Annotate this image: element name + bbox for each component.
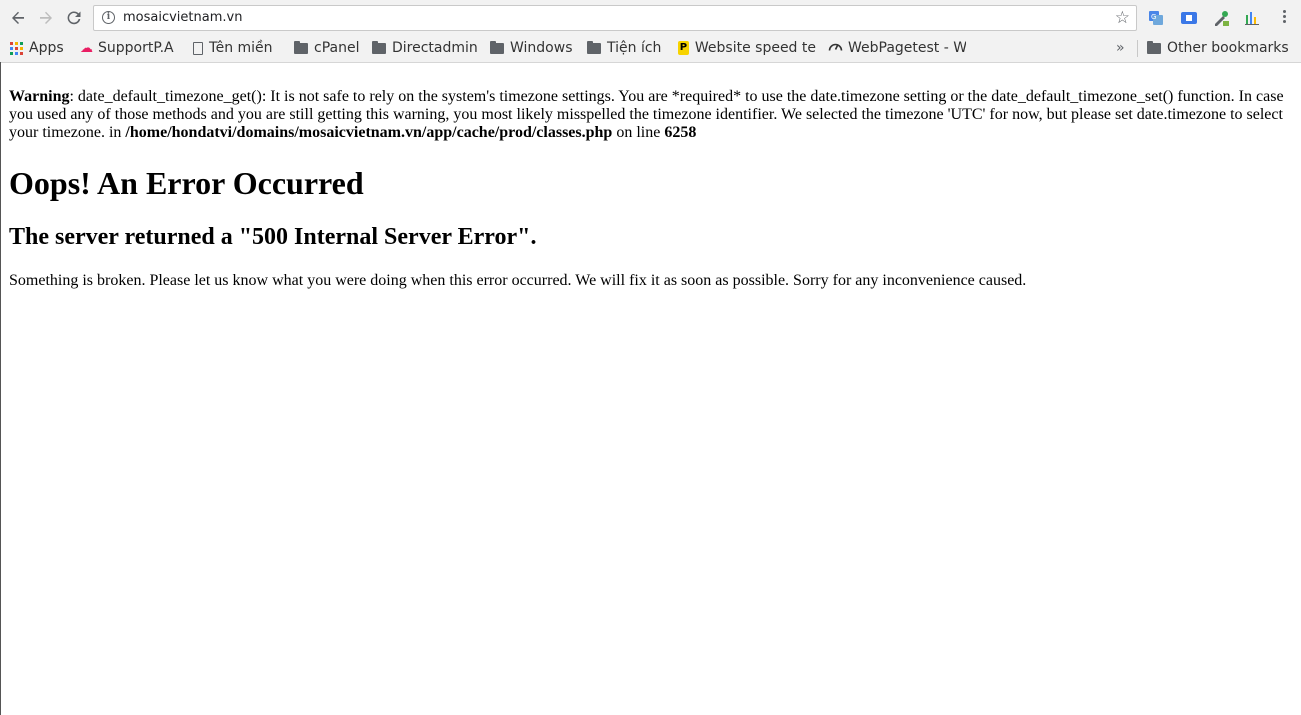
folder-icon [490, 40, 504, 54]
bookmark-label: cPanel [314, 40, 360, 56]
folder-icon [587, 40, 601, 54]
browser-chrome: i mosaicvietnam.vn ☆ G Apps ☁ SupportP.A… [0, 0, 1301, 63]
p-badge-icon: P [678, 41, 689, 55]
back-icon[interactable] [8, 8, 28, 28]
reload-icon[interactable] [64, 8, 84, 28]
support-icon: ☁ [80, 40, 93, 56]
page-icon [193, 41, 203, 55]
gauge-icon [828, 40, 843, 56]
warning-label: Warning [9, 88, 70, 105]
bookmark-label: SupportP.A [98, 40, 174, 56]
overflow-label: » [1116, 40, 1125, 56]
address-bar[interactable]: i mosaicvietnam.vn ☆ [93, 5, 1137, 31]
bookmarks-divider [1137, 40, 1138, 57]
warning-path: /home/hondatvi/domains/mosaicvietnam.vn/… [125, 124, 613, 141]
bookmark-label: Website speed te [694, 40, 816, 56]
bookmark-website-speed[interactable]: P Website speed te [678, 38, 816, 58]
apps-grid-icon [10, 41, 23, 55]
warning-on-line: on line [612, 124, 665, 141]
bookmark-supportpa[interactable]: ☁ SupportP.A [80, 38, 174, 58]
window-edge [0, 62, 1, 715]
extension-icon[interactable] [1180, 9, 1198, 27]
info-icon[interactable]: i [102, 11, 115, 24]
folder-icon [1147, 40, 1161, 54]
bookmark-star-icon[interactable]: ☆ [1115, 8, 1130, 28]
bookmarks-bar: Apps ☁ SupportP.A Tên miền cPanel Direct… [0, 37, 1301, 59]
bookmark-ten-mien[interactable]: Tên miền [193, 38, 273, 58]
bookmark-label: WebPagetest - W [848, 40, 966, 56]
bookmark-webpagetest[interactable]: WebPagetest - W [828, 38, 966, 58]
folder-icon [294, 40, 308, 54]
bookmark-other[interactable]: Other bookmarks [1147, 38, 1289, 58]
bookmark-label: Other bookmarks [1167, 40, 1289, 56]
bookmark-directadmin[interactable]: Directadmin [372, 38, 478, 58]
url-text[interactable]: mosaicvietnam.vn [123, 10, 242, 25]
bookmark-apps[interactable]: Apps [10, 38, 64, 58]
translate-icon[interactable]: G [1147, 9, 1165, 27]
browser-toolbar: i mosaicvietnam.vn ☆ G [0, 0, 1301, 36]
error-message: Something is broken. Please let us know … [9, 272, 1027, 289]
bookmark-windows[interactable]: Windows [490, 38, 573, 58]
bookmark-tien-ich[interactable]: Tiện ích [587, 38, 661, 58]
page-content: Warning: date_default_timezone_get(): It… [9, 88, 1292, 290]
svg-text:G: G [1151, 13, 1156, 21]
bookmarks-overflow-button[interactable]: » [1116, 38, 1125, 58]
bookmark-label: Tiện ích [607, 40, 662, 56]
chart-icon[interactable] [1243, 9, 1261, 27]
error-subtitle: The server returned a "500 Internal Serv… [9, 224, 537, 250]
bookmark-label: Directadmin [392, 40, 478, 56]
eyedropper-icon[interactable] [1212, 9, 1230, 27]
forward-icon[interactable] [36, 8, 56, 28]
warning-line-number: 6258 [664, 124, 697, 141]
menu-icon[interactable] [1276, 9, 1292, 27]
bookmark-label: Windows [510, 40, 573, 56]
bookmark-cpanel[interactable]: cPanel [294, 38, 359, 58]
page-title: Oops! An Error Occurred [9, 165, 364, 201]
php-warning: Warning: date_default_timezone_get(): It… [9, 88, 1292, 142]
bookmark-label: Apps [29, 40, 64, 56]
bookmark-label: Tên miền [209, 40, 273, 56]
folder-icon [372, 40, 386, 54]
